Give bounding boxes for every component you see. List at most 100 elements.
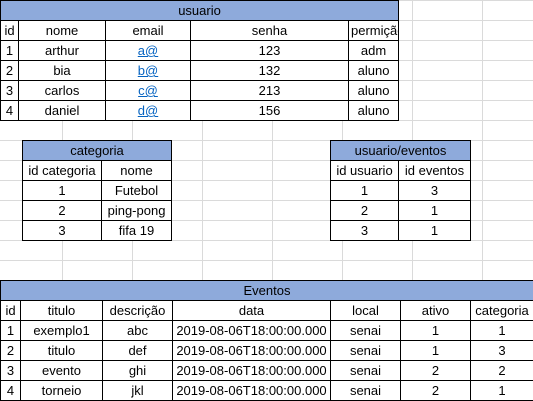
cell[interactable]: 4 <box>1 101 19 121</box>
header-cell[interactable]: categoria <box>471 301 533 321</box>
cell[interactable]: senai <box>331 381 401 401</box>
cell[interactable]: c@ <box>106 81 191 101</box>
cell[interactable]: ping-pong <box>102 201 172 221</box>
header-cell[interactable]: id <box>1 301 21 321</box>
cell[interactable]: 2019-08-06T18:00:00.000 <box>173 361 331 381</box>
cell[interactable]: abc <box>103 321 173 341</box>
table-row: 1 Futebol <box>23 181 172 201</box>
cell[interactable]: 123 <box>191 41 349 61</box>
cell[interactable]: b@ <box>106 61 191 81</box>
cell[interactable]: 3 <box>331 221 399 241</box>
cell[interactable]: 2 <box>401 381 471 401</box>
header-cell[interactable]: data <box>173 301 331 321</box>
cell[interactable]: ghi <box>103 361 173 381</box>
header-cell[interactable]: nome <box>19 21 106 41</box>
table-row: 3 evento ghi 2019-08-06T18:00:00.000 sen… <box>1 361 533 381</box>
table-row: 1 3 <box>331 181 471 201</box>
cell[interactable]: d@ <box>106 101 191 121</box>
cell[interactable]: daniel <box>19 101 106 121</box>
cell[interactable]: bia <box>19 61 106 81</box>
cell[interactable]: 2 <box>331 201 399 221</box>
header-cell[interactable]: id eventos <box>399 161 471 181</box>
cell[interactable]: 132 <box>191 61 349 81</box>
cell[interactable]: 2 <box>401 361 471 381</box>
cell[interactable]: 1 <box>401 341 471 361</box>
table-row: 3 fifa 19 <box>23 221 172 241</box>
cell[interactable]: 1 <box>1 41 19 61</box>
cell[interactable]: 2 <box>1 341 21 361</box>
cell[interactable]: adm <box>349 41 399 61</box>
email-link[interactable]: a@ <box>138 43 158 58</box>
cell[interactable]: 1 <box>399 221 471 241</box>
table-row: 3 1 <box>331 221 471 241</box>
header-cell[interactable]: nome <box>102 161 172 181</box>
header-cell[interactable]: descrição <box>103 301 173 321</box>
table-row: 1 exemplo1 abc 2019-08-06T18:00:00.000 s… <box>1 321 533 341</box>
cell[interactable]: 213 <box>191 81 349 101</box>
cell[interactable]: 3 <box>471 341 533 361</box>
usuario-eventos-header-row: id usuario id eventos <box>331 161 471 181</box>
categoria-table-title: categoria <box>23 141 172 161</box>
cell[interactable]: fifa 19 <box>102 221 172 241</box>
header-cell[interactable]: id usuario <box>331 161 399 181</box>
header-cell[interactable]: permição <box>349 21 399 41</box>
cell[interactable]: 156 <box>191 101 349 121</box>
categoria-table: categoria id categoria nome 1 Futebol 2 … <box>22 140 172 241</box>
cell[interactable]: 2 <box>1 61 19 81</box>
eventos-header-row: id titulo descrição data local ativo cat… <box>1 301 533 321</box>
cell[interactable]: 1 <box>331 181 399 201</box>
cell[interactable]: 3 <box>1 81 19 101</box>
cell[interactable]: 2 <box>471 361 533 381</box>
header-cell[interactable]: local <box>331 301 401 321</box>
cell[interactable]: titulo <box>21 341 103 361</box>
header-cell[interactable]: email <box>106 21 191 41</box>
table-row: 2 1 <box>331 201 471 221</box>
eventos-table: Eventos id titulo descrição data local a… <box>0 280 533 401</box>
header-cell[interactable]: id categoria <box>23 161 102 181</box>
cell[interactable]: aluno <box>349 61 399 81</box>
cell[interactable]: 3 <box>399 181 471 201</box>
cell[interactable]: 1 <box>23 181 102 201</box>
cell[interactable]: 2019-08-06T18:00:00.000 <box>173 341 331 361</box>
table-row: 2 ping-pong <box>23 201 172 221</box>
cell[interactable]: def <box>103 341 173 361</box>
usuario-header-row: id nome email senha permição <box>1 21 399 41</box>
cell[interactable]: Futebol <box>102 181 172 201</box>
cell[interactable]: 2 <box>23 201 102 221</box>
eventos-table-title: Eventos <box>1 281 533 301</box>
cell[interactable]: senai <box>331 361 401 381</box>
email-link[interactable]: c@ <box>138 83 158 98</box>
cell[interactable]: a@ <box>106 41 191 61</box>
usuario-table-title: usuario <box>1 1 399 21</box>
cell[interactable]: carlos <box>19 81 106 101</box>
cell[interactable]: senai <box>331 321 401 341</box>
cell[interactable]: 1 <box>471 381 533 401</box>
cell[interactable]: 1 <box>399 201 471 221</box>
cell[interactable]: 1 <box>471 321 533 341</box>
header-cell[interactable]: id <box>1 21 19 41</box>
table-row: 1 arthur a@ 123 adm <box>1 41 399 61</box>
cell[interactable]: 2019-08-06T18:00:00.000 <box>173 321 331 341</box>
cell[interactable]: evento <box>21 361 103 381</box>
cell[interactable]: 2019-08-06T18:00:00.000 <box>173 381 331 401</box>
categoria-header-row: id categoria nome <box>23 161 172 181</box>
cell[interactable]: 1 <box>1 321 21 341</box>
header-cell[interactable]: titulo <box>21 301 103 321</box>
header-cell[interactable]: senha <box>191 21 349 41</box>
cell[interactable]: aluno <box>349 81 399 101</box>
cell[interactable]: 4 <box>1 381 21 401</box>
cell[interactable]: 3 <box>23 221 102 241</box>
header-cell[interactable]: ativo <box>401 301 471 321</box>
usuario-eventos-table: usuario/eventos id usuario id eventos 1 … <box>330 140 471 241</box>
cell[interactable]: 1 <box>401 321 471 341</box>
cell[interactable]: senai <box>331 341 401 361</box>
table-row: 4 daniel d@ 156 aluno <box>1 101 399 121</box>
cell[interactable]: 3 <box>1 361 21 381</box>
cell[interactable]: jkl <box>103 381 173 401</box>
cell[interactable]: aluno <box>349 101 399 121</box>
cell[interactable]: arthur <box>19 41 106 61</box>
cell[interactable]: exemplo1 <box>21 321 103 341</box>
cell[interactable]: torneio <box>21 381 103 401</box>
email-link[interactable]: d@ <box>138 103 158 118</box>
email-link[interactable]: b@ <box>138 63 158 78</box>
